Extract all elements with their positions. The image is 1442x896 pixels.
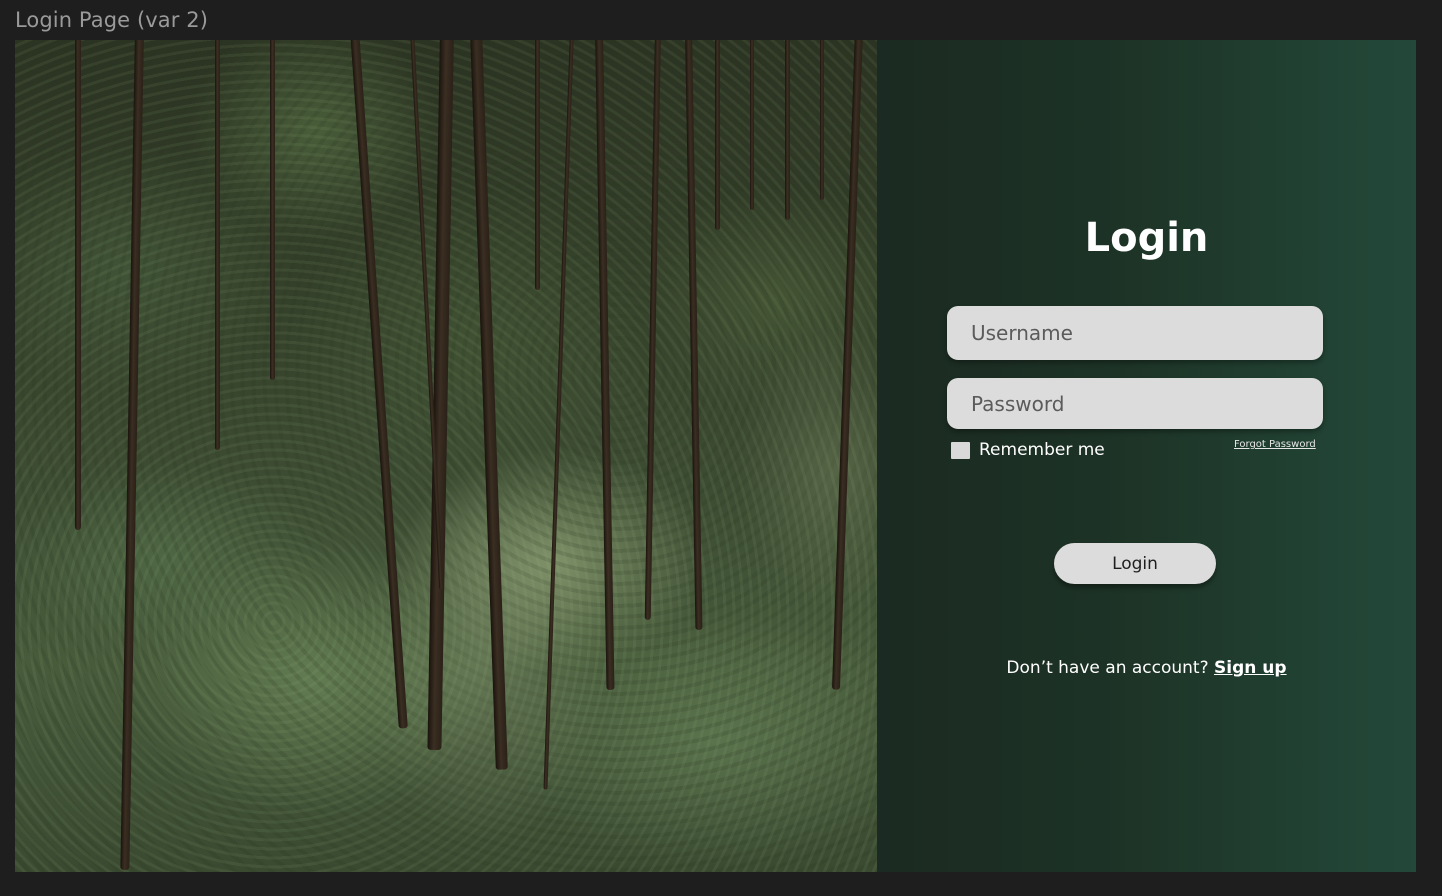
tree-trunk — [215, 40, 220, 450]
password-input[interactable] — [947, 378, 1323, 429]
tree-trunk — [75, 40, 81, 530]
remember-me[interactable]: Remember me — [951, 440, 1105, 460]
username-input[interactable] — [947, 306, 1323, 360]
signup-prompt-text: Don’t have an account? — [1006, 658, 1209, 678]
tree-trunk — [270, 40, 275, 380]
signup-prompt: Don’t have an account? Sign up — [877, 658, 1416, 678]
login-panel: Login Remember me Forgot Password Login … — [877, 40, 1416, 872]
tree-trunk — [750, 40, 754, 210]
login-title: Login — [1084, 215, 1209, 261]
login-page-frame: Login Remember me Forgot Password Login … — [15, 40, 1416, 872]
tree-trunk — [820, 40, 824, 200]
frame-label: Login Page (var 2) — [15, 8, 208, 32]
forest-image — [15, 40, 877, 872]
login-button[interactable]: Login — [1054, 543, 1216, 584]
remember-me-label: Remember me — [979, 440, 1105, 460]
forgot-password-link[interactable]: Forgot Password — [1234, 439, 1316, 450]
tree-trunk — [535, 40, 540, 290]
remember-me-checkbox[interactable] — [951, 441, 970, 459]
signup-link[interactable]: Sign up — [1214, 658, 1287, 678]
tree-trunk — [785, 40, 790, 220]
tree-trunk — [715, 40, 720, 230]
